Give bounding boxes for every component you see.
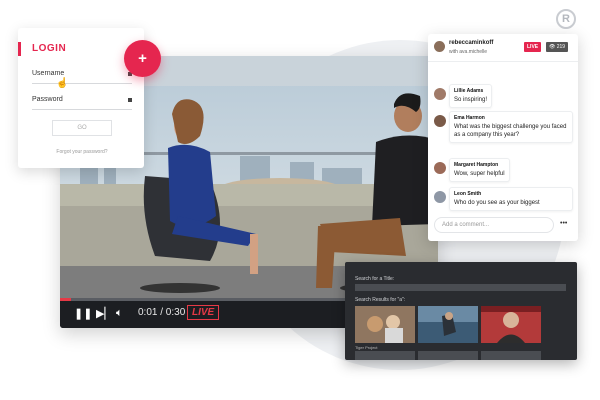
avatar: [434, 88, 446, 100]
skip-next-icon[interactable]: ▶▏: [96, 307, 113, 320]
avatar: [434, 115, 446, 127]
chat-header: rebeccaminkoff with ava.michelle LIVE 👁︎…: [428, 34, 578, 62]
message-bubble: Lillie Adams So inspiring!: [449, 84, 493, 108]
username-field[interactable]: Username: [32, 70, 132, 84]
message-author: Leon Smith: [454, 191, 482, 197]
result-thumbnail[interactable]: [355, 306, 415, 343]
avatar: [434, 41, 445, 52]
message-author: Ema Harmon: [454, 115, 485, 121]
message-text: So inspiring!: [454, 97, 488, 103]
chat-panel: rebeccaminkoff with ava.michelle LIVE 👁︎…: [428, 34, 578, 241]
result-thumbnail[interactable]: [481, 306, 541, 343]
chat-guest-label: with ava.michelle: [449, 49, 488, 55]
result-caption: Tiger Project: [355, 345, 378, 350]
brand-logo: R: [556, 9, 576, 29]
message-text: Wow, super helpful: [454, 171, 505, 177]
result-thumbnail[interactable]: [418, 351, 478, 360]
time-display: 0:01 / 0:30: [138, 307, 186, 318]
chat-live-badge: LIVE: [524, 42, 542, 52]
more-options-icon[interactable]: •••: [560, 220, 567, 227]
message-bubble: Leon Smith Who do you see as your bigges…: [449, 187, 573, 211]
search-input[interactable]: [355, 284, 566, 291]
login-title: LOGIN: [32, 43, 67, 54]
chat-host-name: rebeccaminkoff: [449, 40, 494, 46]
pause-icon[interactable]: ❚❚: [74, 307, 92, 320]
viewer-count-badge: 👁︎ 219: [546, 42, 569, 52]
message-bubble: Margaret Hampton Wow, super helpful: [449, 158, 510, 182]
live-badge: LIVE: [187, 305, 220, 320]
message-text: What was the biggest challenge you faced…: [454, 124, 567, 138]
login-accent-bar: [18, 42, 21, 56]
add-button[interactable]: +: [124, 40, 161, 77]
message-author: Lillie Adams: [454, 88, 484, 94]
search-panel: Search for a Title: Search Results for "…: [345, 262, 577, 360]
result-thumbnail[interactable]: [355, 351, 415, 360]
avatar: [434, 191, 446, 203]
message-author: Margaret Hampton: [454, 162, 499, 168]
result-thumbnail[interactable]: [418, 306, 478, 343]
message-bubble: Ema Harmon What was the biggest challeng…: [449, 111, 573, 143]
search-title-label: Search for a Title:: [355, 276, 395, 282]
result-thumbnail[interactable]: [481, 351, 541, 360]
field-icon: [128, 98, 132, 102]
password-label: Password: [32, 96, 63, 103]
username-label: Username: [32, 70, 65, 77]
comment-input[interactable]: Add a comment...: [434, 217, 554, 233]
search-results-label: Search Results for "a":: [355, 297, 406, 303]
login-submit-button[interactable]: GO: [52, 120, 112, 136]
hand-cursor-icon: ☝: [56, 78, 69, 89]
volume-icon[interactable]: 🔈︎: [116, 307, 123, 320]
progress-fill: [60, 298, 72, 301]
forgot-password-link[interactable]: Forgot your password?: [32, 149, 132, 155]
viewer-count: 219: [556, 44, 566, 50]
message-text: Who do you see as your biggest: [454, 200, 540, 206]
avatar: [434, 162, 446, 174]
password-field[interactable]: Password: [32, 96, 132, 110]
